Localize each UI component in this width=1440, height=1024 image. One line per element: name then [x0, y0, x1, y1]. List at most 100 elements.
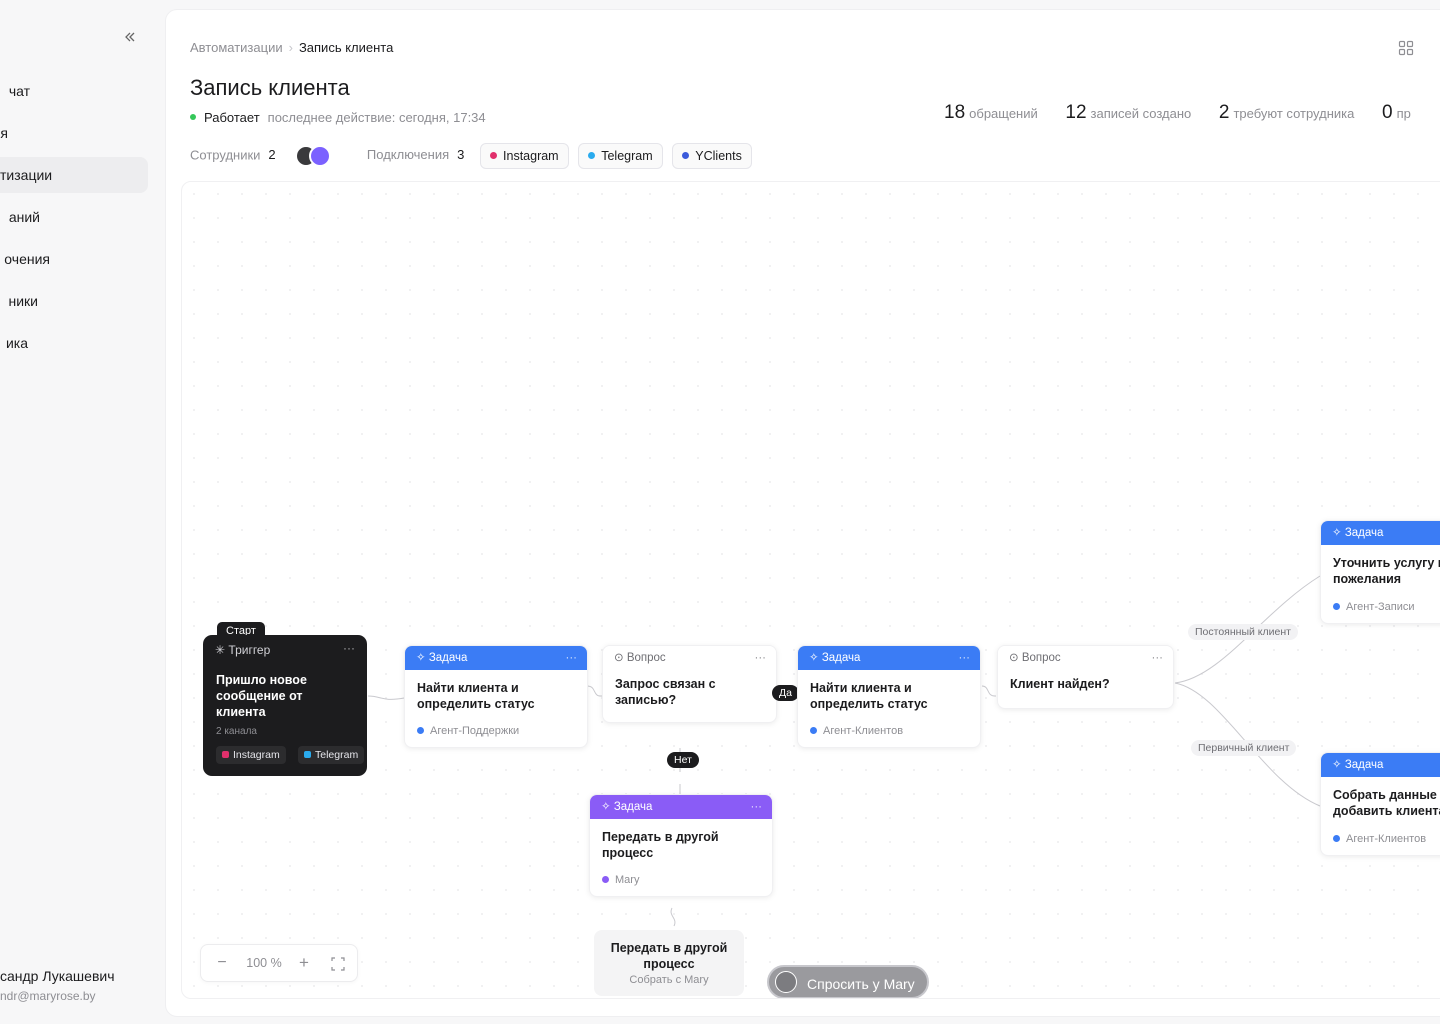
more-icon[interactable]: ···	[755, 646, 767, 670]
status-dot	[190, 114, 196, 120]
sidebar-item-4[interactable]: аний	[0, 199, 40, 235]
status-label: Работает	[204, 110, 260, 125]
ghost-node-handoff[interactable]: Передать в другой процесс Собрать с Mary	[594, 930, 744, 996]
instagram-dot	[490, 152, 498, 159]
instagram-icon	[222, 751, 229, 758]
node-agent: Агент-Записи	[1333, 601, 1415, 613]
mary-logo-icon	[775, 971, 797, 993]
task-node-clarify-service[interactable]: ✧ Задача Уточнить услугу и пожелания Аге…	[1320, 520, 1440, 624]
sparkle-icon: ✧	[809, 652, 819, 664]
more-icon[interactable]: ···	[566, 646, 578, 670]
employees-count: 2	[268, 147, 276, 163]
edge-label-regular: Постоянный клиент	[1188, 624, 1298, 640]
ask-mary-button[interactable]: Спросить у Mary	[767, 965, 929, 998]
sparkle-icon: ✧	[601, 801, 611, 813]
sidebar-item-chat[interactable]: чат	[0, 73, 30, 109]
zoom-level: 100 %	[246, 956, 282, 970]
trigger-sub: 2 канала	[216, 726, 257, 737]
zoom-controls: − 100 % +	[200, 944, 358, 982]
edge-label-yes: Да	[772, 685, 799, 701]
breadcrumb: Автоматизации › Запись клиента	[190, 40, 393, 55]
more-icon[interactable]: ···	[959, 646, 971, 670]
stat-bookings: 12 записей создано	[1065, 102, 1192, 123]
status-line: Работает последнее действие: сегодня, 17:…	[190, 110, 486, 125]
employee-avatars[interactable]	[295, 145, 335, 167]
node-agent: Агент-Клиентов	[1333, 833, 1426, 845]
sidebar-item-employees[interactable]: ники	[0, 283, 39, 319]
stat-needs-employee: 2 требуют сотрудника	[1218, 102, 1355, 123]
grid-icon	[1398, 40, 1414, 56]
breadcrumb-separator: ›	[288, 40, 293, 55]
connection-chip-yclients[interactable]: YClients	[672, 143, 752, 169]
task-node-handoff[interactable]: ✧ Задача ··· Передать в другой процесс Ma…	[589, 794, 773, 897]
sidebar: чат я тизации аний очения ники ика сандр…	[0, 0, 165, 1024]
breadcrumb-parent[interactable]: Автоматизации	[190, 40, 283, 55]
task-node-collect-data[interactable]: ✧ Задача Собрать данные и добавить клиен…	[1320, 752, 1440, 856]
ghost-text: Передать в другой процесс	[610, 941, 728, 971]
sidebar-item-analytics[interactable]: ика	[0, 325, 28, 361]
fullscreen-icon	[331, 957, 345, 971]
flow-edges	[367, 575, 1321, 927]
more-icon[interactable]: ···	[343, 641, 355, 655]
telegram-icon	[304, 751, 311, 758]
node-text: Найти клиента и определить статус	[417, 681, 535, 711]
grid-view-button[interactable]	[1398, 40, 1414, 56]
stats: 18 обращений 12 записей создано 2 требуют с…	[944, 102, 1435, 124]
employees-label: Сотрудники	[190, 147, 261, 163]
user-email: ndr@maryrose.by	[0, 989, 96, 1003]
more-icon[interactable]: ···	[1152, 646, 1164, 670]
node-text: Собрать данные и добавить клиента	[1333, 788, 1440, 818]
connection-chip-telegram[interactable]: Telegram	[578, 143, 663, 169]
sparkle-icon: ✧	[416, 652, 426, 664]
trigger-text: Пришло новое сообщение от клиента	[216, 673, 307, 719]
node-agent: Агент-Поддержки	[417, 725, 519, 737]
trigger-node[interactable]: ✳ Триггер ··· Пришло новое сообщение от …	[203, 635, 367, 776]
question-icon: ⊙	[1009, 652, 1019, 664]
fullscreen-button[interactable]	[325, 945, 351, 981]
collapse-sidebar-button[interactable]	[120, 30, 140, 50]
channel-instagram: Instagram	[216, 746, 286, 764]
node-text: Запрос связан с записью?	[615, 677, 716, 707]
sparkle-icon: ✧	[1332, 759, 1342, 771]
sidebar-item-automations[interactable]: тизации	[0, 157, 148, 193]
connections-count: 3	[457, 147, 465, 163]
last-action: последнее действие: сегодня, 17:34	[267, 110, 486, 125]
telegram-dot	[588, 152, 596, 159]
flow-canvas[interactable]: Старт ✳ Триггер ··· Пришло новое сообщен…	[181, 181, 1440, 999]
avatar	[309, 145, 332, 167]
sparkle-icon: ✳	[215, 643, 226, 657]
connections-label: Подключения	[366, 147, 450, 163]
connection-chip-instagram[interactable]: Instagram	[480, 143, 569, 169]
edge-label-no: Нет	[667, 752, 699, 768]
question-node-booking[interactable]: ⊙ Вопрос ··· Запрос связан с записью?	[602, 645, 777, 723]
question-icon: ⊙	[614, 652, 624, 664]
sidebar-item-2[interactable]: я	[0, 115, 8, 151]
edge-label-new: Первичный клиент	[1191, 740, 1297, 756]
main-panel: Автоматизации › Запись клиента Запись клие…	[165, 9, 1440, 1017]
node-text: Уточнить услугу и пожелания	[1333, 556, 1440, 586]
node-agent: Mary	[602, 874, 639, 886]
question-node-client-found[interactable]: ⊙ Вопрос ··· Клиент найден?	[997, 645, 1174, 709]
user-name[interactable]: сандр Лукашевич	[0, 968, 150, 984]
stat-4: 0 пр	[1381, 102, 1411, 123]
sidebar-item-connections[interactable]: очения	[0, 241, 50, 277]
info-row: Сотрудники 2 Подключения 3 Instagram Teleg…	[190, 143, 752, 169]
node-text: Клиент найден?	[1010, 677, 1110, 691]
node-text: Передать в другой процесс	[602, 830, 719, 860]
sparkle-icon: ✧	[1332, 527, 1342, 539]
ghost-sub: Собрать с Mary	[629, 974, 709, 986]
zoom-out-button[interactable]: −	[209, 945, 235, 981]
more-icon[interactable]: ···	[751, 795, 763, 819]
channel-telegram: Telegram	[298, 746, 365, 764]
task-node-find-client-2[interactable]: ✧ Задача ··· Найти клиента и определить с…	[797, 645, 981, 748]
page-title: Запись клиента	[190, 75, 350, 100]
trigger-type: Триггер	[228, 643, 271, 657]
node-agent: Агент-Клиентов	[810, 725, 903, 737]
node-text: Найти клиента и определить статус	[810, 681, 928, 711]
breadcrumb-current: Запись клиента	[298, 40, 394, 55]
zoom-in-button[interactable]: +	[291, 945, 317, 981]
task-node-find-client[interactable]: ✧ Задача ··· Найти клиента и определить с…	[404, 645, 588, 748]
stat-requests: 18 обращений	[944, 102, 1038, 123]
yclients-dot	[682, 152, 690, 159]
double-chevron-left-icon	[125, 32, 135, 42]
